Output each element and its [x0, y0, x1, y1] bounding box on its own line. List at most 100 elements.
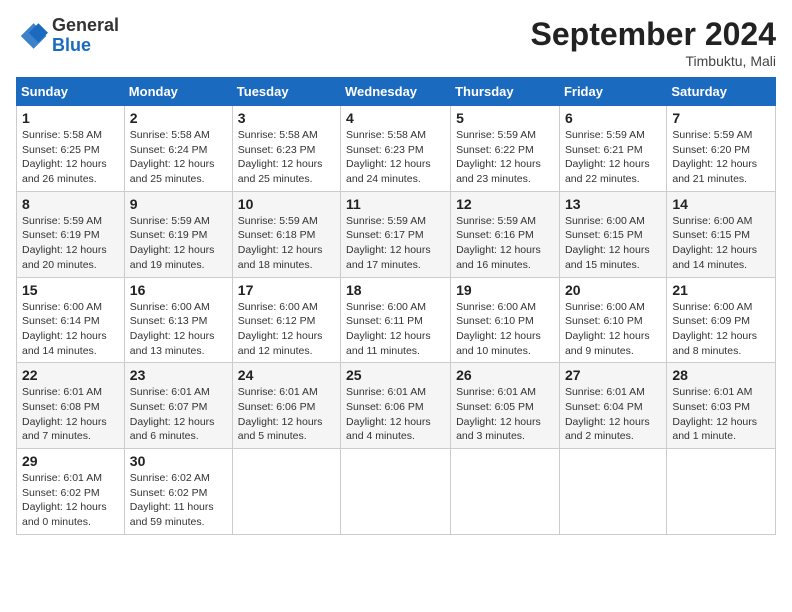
- day-info: Sunrise: 6:00 AM Sunset: 6:13 PM Dayligh…: [130, 300, 227, 359]
- day-number: 6: [565, 110, 661, 126]
- header-tuesday: Tuesday: [232, 78, 340, 106]
- day-number: 2: [130, 110, 227, 126]
- calendar-cell: 9Sunrise: 5:59 AM Sunset: 6:19 PM Daylig…: [124, 191, 232, 277]
- day-number: 29: [22, 453, 119, 469]
- header-monday: Monday: [124, 78, 232, 106]
- calendar-cell: [451, 449, 560, 535]
- week-row-2: 8Sunrise: 5:59 AM Sunset: 6:19 PM Daylig…: [17, 191, 776, 277]
- calendar-cell: 22 Sunrise: 6:01 AM Sunset: 6:08 PM Dayli…: [17, 363, 125, 449]
- day-info: Sunrise: 6:01 AM Sunset: 6:08 PM Dayligh…: [22, 385, 119, 444]
- logo-icon: [16, 20, 48, 52]
- calendar-header: SundayMondayTuesdayWednesdayThursdayFrid…: [17, 78, 776, 106]
- day-info: Sunrise: 5:59 AM Sunset: 6:17 PM Dayligh…: [346, 214, 445, 273]
- calendar-cell: 17 Sunrise: 6:00 AM Sunset: 6:12 PM Dayli…: [232, 277, 340, 363]
- day-info: Sunrise: 6:00 AM Sunset: 6:10 PM Dayligh…: [565, 300, 661, 359]
- calendar-cell: 21Sunrise: 6:00 AM Sunset: 6:09 PM Dayli…: [667, 277, 776, 363]
- day-info: Sunrise: 6:01 AM Sunset: 6:02 PM Dayligh…: [22, 471, 119, 530]
- day-info: Sunrise: 6:00 AM Sunset: 6:15 PM Dayligh…: [565, 214, 661, 273]
- week-row-5: 29 Sunrise: 6:01 AM Sunset: 6:02 PM Dayli…: [17, 449, 776, 535]
- day-number: 7: [672, 110, 770, 126]
- day-info: Sunrise: 6:00 AM Sunset: 6:15 PM Dayligh…: [672, 214, 770, 273]
- day-info: Sunrise: 5:59 AM Sunset: 6:21 PM Dayligh…: [565, 128, 661, 187]
- day-info: Sunrise: 6:01 AM Sunset: 6:07 PM Dayligh…: [130, 385, 227, 444]
- day-number: 15: [22, 282, 119, 298]
- calendar-cell: 19 Sunrise: 6:00 AM Sunset: 6:10 PM Dayli…: [451, 277, 560, 363]
- day-number: 22: [22, 367, 119, 383]
- month-title: September 2024: [531, 16, 776, 53]
- logo-text: General Blue: [52, 16, 119, 56]
- day-number: 17: [238, 282, 335, 298]
- logo-blue: Blue: [52, 36, 119, 56]
- calendar-cell: 16Sunrise: 6:00 AM Sunset: 6:13 PM Dayli…: [124, 277, 232, 363]
- header-thursday: Thursday: [451, 78, 560, 106]
- day-number: 1: [22, 110, 119, 126]
- day-info: Sunrise: 5:58 AM Sunset: 6:24 PM Dayligh…: [130, 128, 227, 187]
- day-info: Sunrise: 5:59 AM Sunset: 6:19 PM Dayligh…: [22, 214, 119, 273]
- header-wednesday: Wednesday: [341, 78, 451, 106]
- title-block: September 2024 Timbuktu, Mali: [531, 16, 776, 69]
- day-number: 23: [130, 367, 227, 383]
- day-info: Sunrise: 6:00 AM Sunset: 6:11 PM Dayligh…: [346, 300, 445, 359]
- day-info: Sunrise: 6:01 AM Sunset: 6:03 PM Dayligh…: [672, 385, 770, 444]
- day-info: Sunrise: 6:01 AM Sunset: 6:06 PM Dayligh…: [346, 385, 445, 444]
- day-number: 19: [456, 282, 554, 298]
- location: Timbuktu, Mali: [531, 53, 776, 69]
- day-number: 25: [346, 367, 445, 383]
- day-info: Sunrise: 5:58 AM Sunset: 6:23 PM Dayligh…: [346, 128, 445, 187]
- calendar-body: 1 Sunrise: 5:58 AM Sunset: 6:25 PM Daylig…: [17, 106, 776, 535]
- day-info: Sunrise: 6:00 AM Sunset: 6:09 PM Dayligh…: [672, 300, 770, 359]
- day-number: 10: [238, 196, 335, 212]
- calendar-cell: 24 Sunrise: 6:01 AM Sunset: 6:06 PM Dayli…: [232, 363, 340, 449]
- calendar-cell: 6 Sunrise: 5:59 AM Sunset: 6:21 PM Daylig…: [559, 106, 666, 192]
- week-row-1: 1 Sunrise: 5:58 AM Sunset: 6:25 PM Daylig…: [17, 106, 776, 192]
- day-info: Sunrise: 5:59 AM Sunset: 6:16 PM Dayligh…: [456, 214, 554, 273]
- calendar-cell: 11 Sunrise: 5:59 AM Sunset: 6:17 PM Dayli…: [341, 191, 451, 277]
- calendar-cell: 29 Sunrise: 6:01 AM Sunset: 6:02 PM Dayli…: [17, 449, 125, 535]
- day-number: 4: [346, 110, 445, 126]
- calendar-cell: 18Sunrise: 6:00 AM Sunset: 6:11 PM Dayli…: [341, 277, 451, 363]
- calendar-cell: 30Sunrise: 6:02 AM Sunset: 6:02 PM Dayli…: [124, 449, 232, 535]
- calendar-cell: [667, 449, 776, 535]
- day-number: 28: [672, 367, 770, 383]
- calendar-cell: 4 Sunrise: 5:58 AM Sunset: 6:23 PM Daylig…: [341, 106, 451, 192]
- calendar-cell: 7Sunrise: 5:59 AM Sunset: 6:20 PM Daylig…: [667, 106, 776, 192]
- calendar-cell: 23 Sunrise: 6:01 AM Sunset: 6:07 PM Dayli…: [124, 363, 232, 449]
- calendar-cell: 10 Sunrise: 5:59 AM Sunset: 6:18 PM Dayli…: [232, 191, 340, 277]
- calendar-cell: [341, 449, 451, 535]
- calendar-cell: 26Sunrise: 6:01 AM Sunset: 6:05 PM Dayli…: [451, 363, 560, 449]
- calendar-cell: 1 Sunrise: 5:58 AM Sunset: 6:25 PM Daylig…: [17, 106, 125, 192]
- header-row: SundayMondayTuesdayWednesdayThursdayFrid…: [17, 78, 776, 106]
- calendar-cell: 3 Sunrise: 5:58 AM Sunset: 6:23 PM Daylig…: [232, 106, 340, 192]
- header-friday: Friday: [559, 78, 666, 106]
- day-number: 5: [456, 110, 554, 126]
- day-info: Sunrise: 6:00 AM Sunset: 6:10 PM Dayligh…: [456, 300, 554, 359]
- day-number: 12: [456, 196, 554, 212]
- day-number: 14: [672, 196, 770, 212]
- week-row-4: 22 Sunrise: 6:01 AM Sunset: 6:08 PM Dayli…: [17, 363, 776, 449]
- day-info: Sunrise: 6:00 AM Sunset: 6:14 PM Dayligh…: [22, 300, 119, 359]
- calendar-cell: 8Sunrise: 5:59 AM Sunset: 6:19 PM Daylig…: [17, 191, 125, 277]
- day-info: Sunrise: 6:02 AM Sunset: 6:02 PM Dayligh…: [130, 471, 227, 530]
- day-number: 11: [346, 196, 445, 212]
- day-number: 13: [565, 196, 661, 212]
- day-info: Sunrise: 6:01 AM Sunset: 6:04 PM Dayligh…: [565, 385, 661, 444]
- calendar-cell: 27 Sunrise: 6:01 AM Sunset: 6:04 PM Dayli…: [559, 363, 666, 449]
- logo-general: General: [52, 16, 119, 36]
- calendar-cell: [559, 449, 666, 535]
- page-header: General Blue September 2024 Timbuktu, Ma…: [16, 16, 776, 69]
- day-number: 27: [565, 367, 661, 383]
- calendar-table: SundayMondayTuesdayWednesdayThursdayFrid…: [16, 77, 776, 535]
- calendar-cell: [232, 449, 340, 535]
- day-info: Sunrise: 5:58 AM Sunset: 6:23 PM Dayligh…: [238, 128, 335, 187]
- day-number: 3: [238, 110, 335, 126]
- logo: General Blue: [16, 16, 119, 56]
- calendar-cell: 2 Sunrise: 5:58 AM Sunset: 6:24 PM Daylig…: [124, 106, 232, 192]
- day-info: Sunrise: 6:01 AM Sunset: 6:06 PM Dayligh…: [238, 385, 335, 444]
- day-info: Sunrise: 5:59 AM Sunset: 6:18 PM Dayligh…: [238, 214, 335, 273]
- day-info: Sunrise: 5:58 AM Sunset: 6:25 PM Dayligh…: [22, 128, 119, 187]
- day-number: 24: [238, 367, 335, 383]
- calendar-cell: 12 Sunrise: 5:59 AM Sunset: 6:16 PM Dayli…: [451, 191, 560, 277]
- day-info: Sunrise: 6:00 AM Sunset: 6:12 PM Dayligh…: [238, 300, 335, 359]
- day-info: Sunrise: 6:01 AM Sunset: 6:05 PM Dayligh…: [456, 385, 554, 444]
- calendar-cell: 14 Sunrise: 6:00 AM Sunset: 6:15 PM Dayli…: [667, 191, 776, 277]
